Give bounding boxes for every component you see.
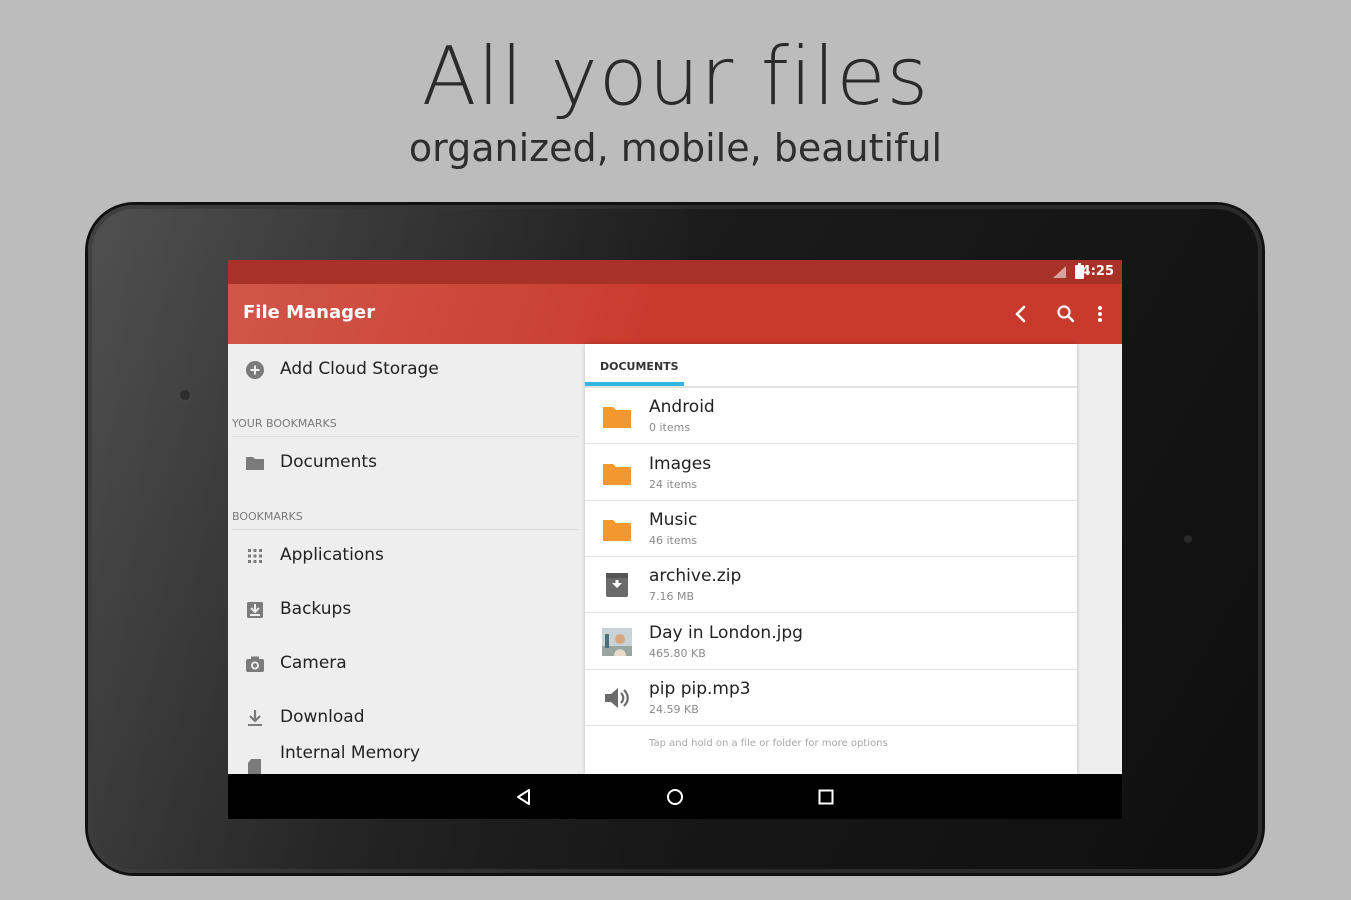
status-bar: 4:25	[228, 260, 1122, 284]
sidebar-item-label: Camera	[280, 653, 347, 673]
download-icon	[244, 707, 266, 729]
sidebar-item-applications[interactable]: Applications	[228, 536, 585, 576]
promo-headline: All your files	[421, 30, 930, 123]
bookmarks-header: BOOKMARKS	[232, 510, 578, 530]
long-press-hint: Tap and hold on a file or folder for mor…	[649, 738, 888, 749]
nav-recents-icon[interactable]	[814, 785, 838, 809]
file-name: Day in London.jpg	[649, 623, 803, 643]
file-row-music[interactable]: Music 46 items	[585, 501, 1077, 557]
add-cloud-storage-label: Add Cloud Storage	[280, 359, 439, 379]
sidebar-item-label: Internal Memory	[280, 743, 421, 763]
device-screen: 4:25 File Manager Add Cloud Storage YOUR…	[228, 260, 1122, 819]
signal-icon	[1053, 266, 1066, 278]
tab-documents[interactable]: DOCUMENTS	[600, 360, 679, 373]
app-bar: File Manager	[228, 284, 1122, 344]
file-row-pip-pip[interactable]: pip pip.mp3 24.59 KB	[585, 670, 1077, 726]
system-nav-bar	[228, 774, 1122, 819]
file-name: Images	[649, 454, 712, 474]
nav-back-icon[interactable]	[512, 785, 536, 809]
back-icon[interactable]	[1005, 298, 1037, 330]
file-row-archive[interactable]: archive.zip 7.16 MB	[585, 557, 1077, 613]
file-name: Music	[649, 510, 698, 530]
sidebar-item-camera[interactable]: Camera	[228, 644, 585, 684]
file-list-panel: DOCUMENTS Android 0 items Images 24 item…	[585, 344, 1077, 774]
folder-icon	[602, 515, 632, 543]
file-row-day-in-london[interactable]: Day in London.jpg 465.80 KB	[585, 614, 1077, 670]
backup-icon	[244, 599, 266, 621]
add-circle-icon	[244, 359, 266, 381]
light-sensor	[1184, 535, 1192, 543]
file-name: Android	[649, 397, 715, 417]
image-thumbnail	[602, 628, 632, 656]
folder-icon	[602, 459, 632, 487]
folder-icon	[244, 452, 266, 474]
sidebar-item-label: Applications	[280, 545, 384, 565]
search-icon[interactable]	[1050, 298, 1082, 330]
file-meta: 0 items	[649, 421, 691, 434]
front-camera	[177, 387, 193, 403]
add-cloud-storage-button[interactable]: Add Cloud Storage	[228, 350, 585, 390]
file-name: pip pip.mp3	[649, 679, 751, 699]
file-meta: 465.80 KB	[649, 647, 706, 660]
camera-icon	[244, 653, 266, 675]
sidebar-item-label: Download	[280, 707, 365, 727]
more-vert-icon[interactable]	[1084, 298, 1116, 330]
sidebar-item-label: Backups	[280, 599, 352, 619]
status-time: 4:25	[1081, 264, 1114, 279]
sidebar-item-backups[interactable]: Backups	[228, 590, 585, 630]
sidebar-item-label: Documents	[280, 452, 377, 472]
sidebar-item-download[interactable]: Download	[228, 698, 585, 738]
audio-icon	[602, 684, 632, 712]
app-title: File Manager	[243, 302, 376, 323]
file-row-android[interactable]: Android 0 items	[585, 388, 1077, 444]
grid-icon	[244, 545, 266, 567]
sidebar-item-documents[interactable]: Documents	[228, 443, 585, 483]
file-meta: 7.16 MB	[649, 590, 695, 603]
file-meta: 46 items	[649, 534, 698, 547]
navigation-drawer: Add Cloud Storage YOUR BOOKMARKS Documen…	[228, 344, 585, 777]
your-bookmarks-header: YOUR BOOKMARKS	[232, 417, 578, 437]
promo-subline: organized, mobile, beautiful	[408, 126, 943, 170]
nav-home-icon[interactable]	[663, 785, 687, 809]
archive-icon	[602, 571, 632, 599]
file-meta: 24.59 KB	[649, 703, 699, 716]
file-row-images[interactable]: Images 24 items	[585, 445, 1077, 501]
file-meta: 24 items	[649, 478, 698, 491]
folder-icon	[602, 402, 632, 430]
file-name: archive.zip	[649, 566, 742, 586]
